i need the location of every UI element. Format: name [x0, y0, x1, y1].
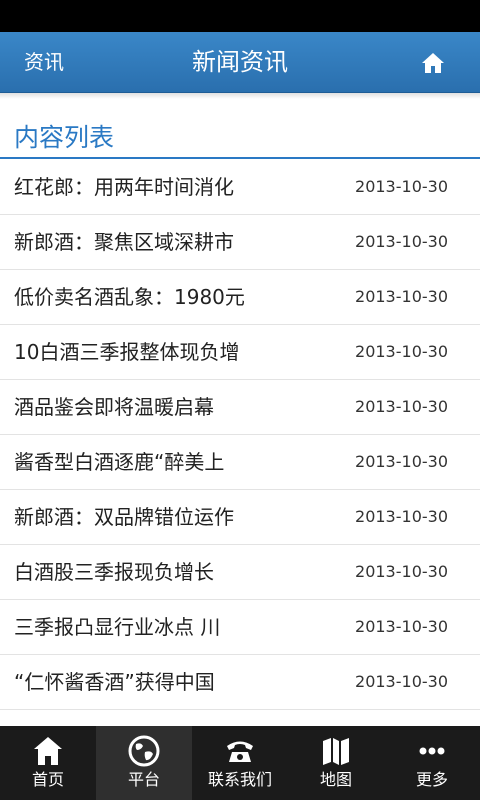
item-title: 酱香型白酒逐鹿“醉美上 — [14, 450, 225, 474]
item-date: 2013-10-30 — [355, 287, 448, 306]
tab-platform-label: 平台 — [127, 770, 160, 789]
tab-contact[interactable]: 联系我们 — [192, 726, 288, 800]
item-date: 2013-10-30 — [355, 452, 448, 471]
header-bar: 资讯 新闻资讯 — [0, 32, 480, 93]
list-item[interactable]: 新郎酒：双品牌错位运作 2013-10-30 — [0, 490, 480, 545]
tab-platform[interactable]: 平台 — [96, 726, 192, 800]
tab-map-label: 地图 — [319, 770, 352, 789]
section-title: 内容列表 — [14, 123, 115, 152]
tab-home-label: 首页 — [31, 770, 64, 789]
item-date: 2013-10-30 — [355, 397, 448, 416]
item-date: 2013-10-30 — [355, 342, 448, 361]
list-item[interactable]: 酱香型白酒逐鹿“醉美上 2013-10-30 — [0, 435, 480, 490]
header-shadow — [0, 93, 480, 99]
tab-more[interactable]: 更多 — [384, 726, 480, 800]
item-date: 2013-10-30 — [355, 177, 448, 196]
home-icon[interactable] — [420, 50, 446, 76]
status-bar — [0, 0, 480, 32]
item-title: “仁怀酱香酒”获得中国 — [14, 670, 215, 694]
item-title: 三季报凸显行业冰点 川 — [14, 615, 221, 639]
list-item[interactable]: 10白酒三季报整体现负增 2013-10-30 — [0, 325, 480, 380]
item-title: 10白酒三季报整体现负增 — [14, 340, 240, 364]
tab-contact-label: 联系我们 — [207, 770, 272, 789]
item-title: 新郎酒：聚焦区域深耕市 — [14, 230, 234, 254]
item-date: 2013-10-30 — [355, 232, 448, 251]
page-title: 新闻资讯 — [192, 48, 288, 76]
list-item[interactable]: 低价卖名酒乱象：1980元 2013-10-30 — [0, 270, 480, 325]
item-date: 2013-10-30 — [355, 562, 448, 581]
item-date: 2013-10-30 — [355, 507, 448, 526]
bottom-tab-bar: 首页 平台 联系我们 地图 更多 — [0, 726, 480, 800]
map-icon — [323, 738, 349, 765]
tab-more-label: 更多 — [415, 770, 448, 789]
home-icon — [34, 737, 62, 765]
tab-home[interactable]: 首页 — [0, 726, 96, 800]
list-item[interactable]: 酒品鉴会即将温暖启幕 2013-10-30 — [0, 380, 480, 435]
list-item[interactable]: 白酒股三季报现负增长 2013-10-30 — [0, 545, 480, 600]
item-title: 红花郎：用两年时间消化 — [14, 175, 234, 199]
list-item[interactable]: 红花郎：用两年时间消化 2013-10-30 — [0, 160, 480, 215]
item-date: 2013-10-30 — [355, 672, 448, 691]
item-title: 白酒股三季报现负增长 — [14, 560, 214, 584]
section-divider — [0, 157, 480, 159]
news-list: 红花郎：用两年时间消化 2013-10-30 新郎酒：聚焦区域深耕市 2013-… — [0, 160, 480, 710]
item-date: 2013-10-30 — [355, 617, 448, 636]
item-title: 新郎酒：双品牌错位运作 — [14, 505, 234, 529]
list-item[interactable]: “仁怀酱香酒”获得中国 2013-10-30 — [0, 655, 480, 710]
more-icon — [419, 747, 445, 755]
list-item[interactable]: 新郎酒：聚焦区域深耕市 2013-10-30 — [0, 215, 480, 270]
item-title: 低价卖名酒乱象：1980元 — [14, 285, 245, 309]
globe-icon — [128, 735, 160, 767]
phone-icon — [227, 741, 253, 762]
item-title: 酒品鉴会即将温暖启幕 — [14, 395, 214, 419]
tab-map[interactable]: 地图 — [288, 726, 384, 800]
list-item[interactable]: 三季报凸显行业冰点 川 2013-10-30 — [0, 600, 480, 655]
